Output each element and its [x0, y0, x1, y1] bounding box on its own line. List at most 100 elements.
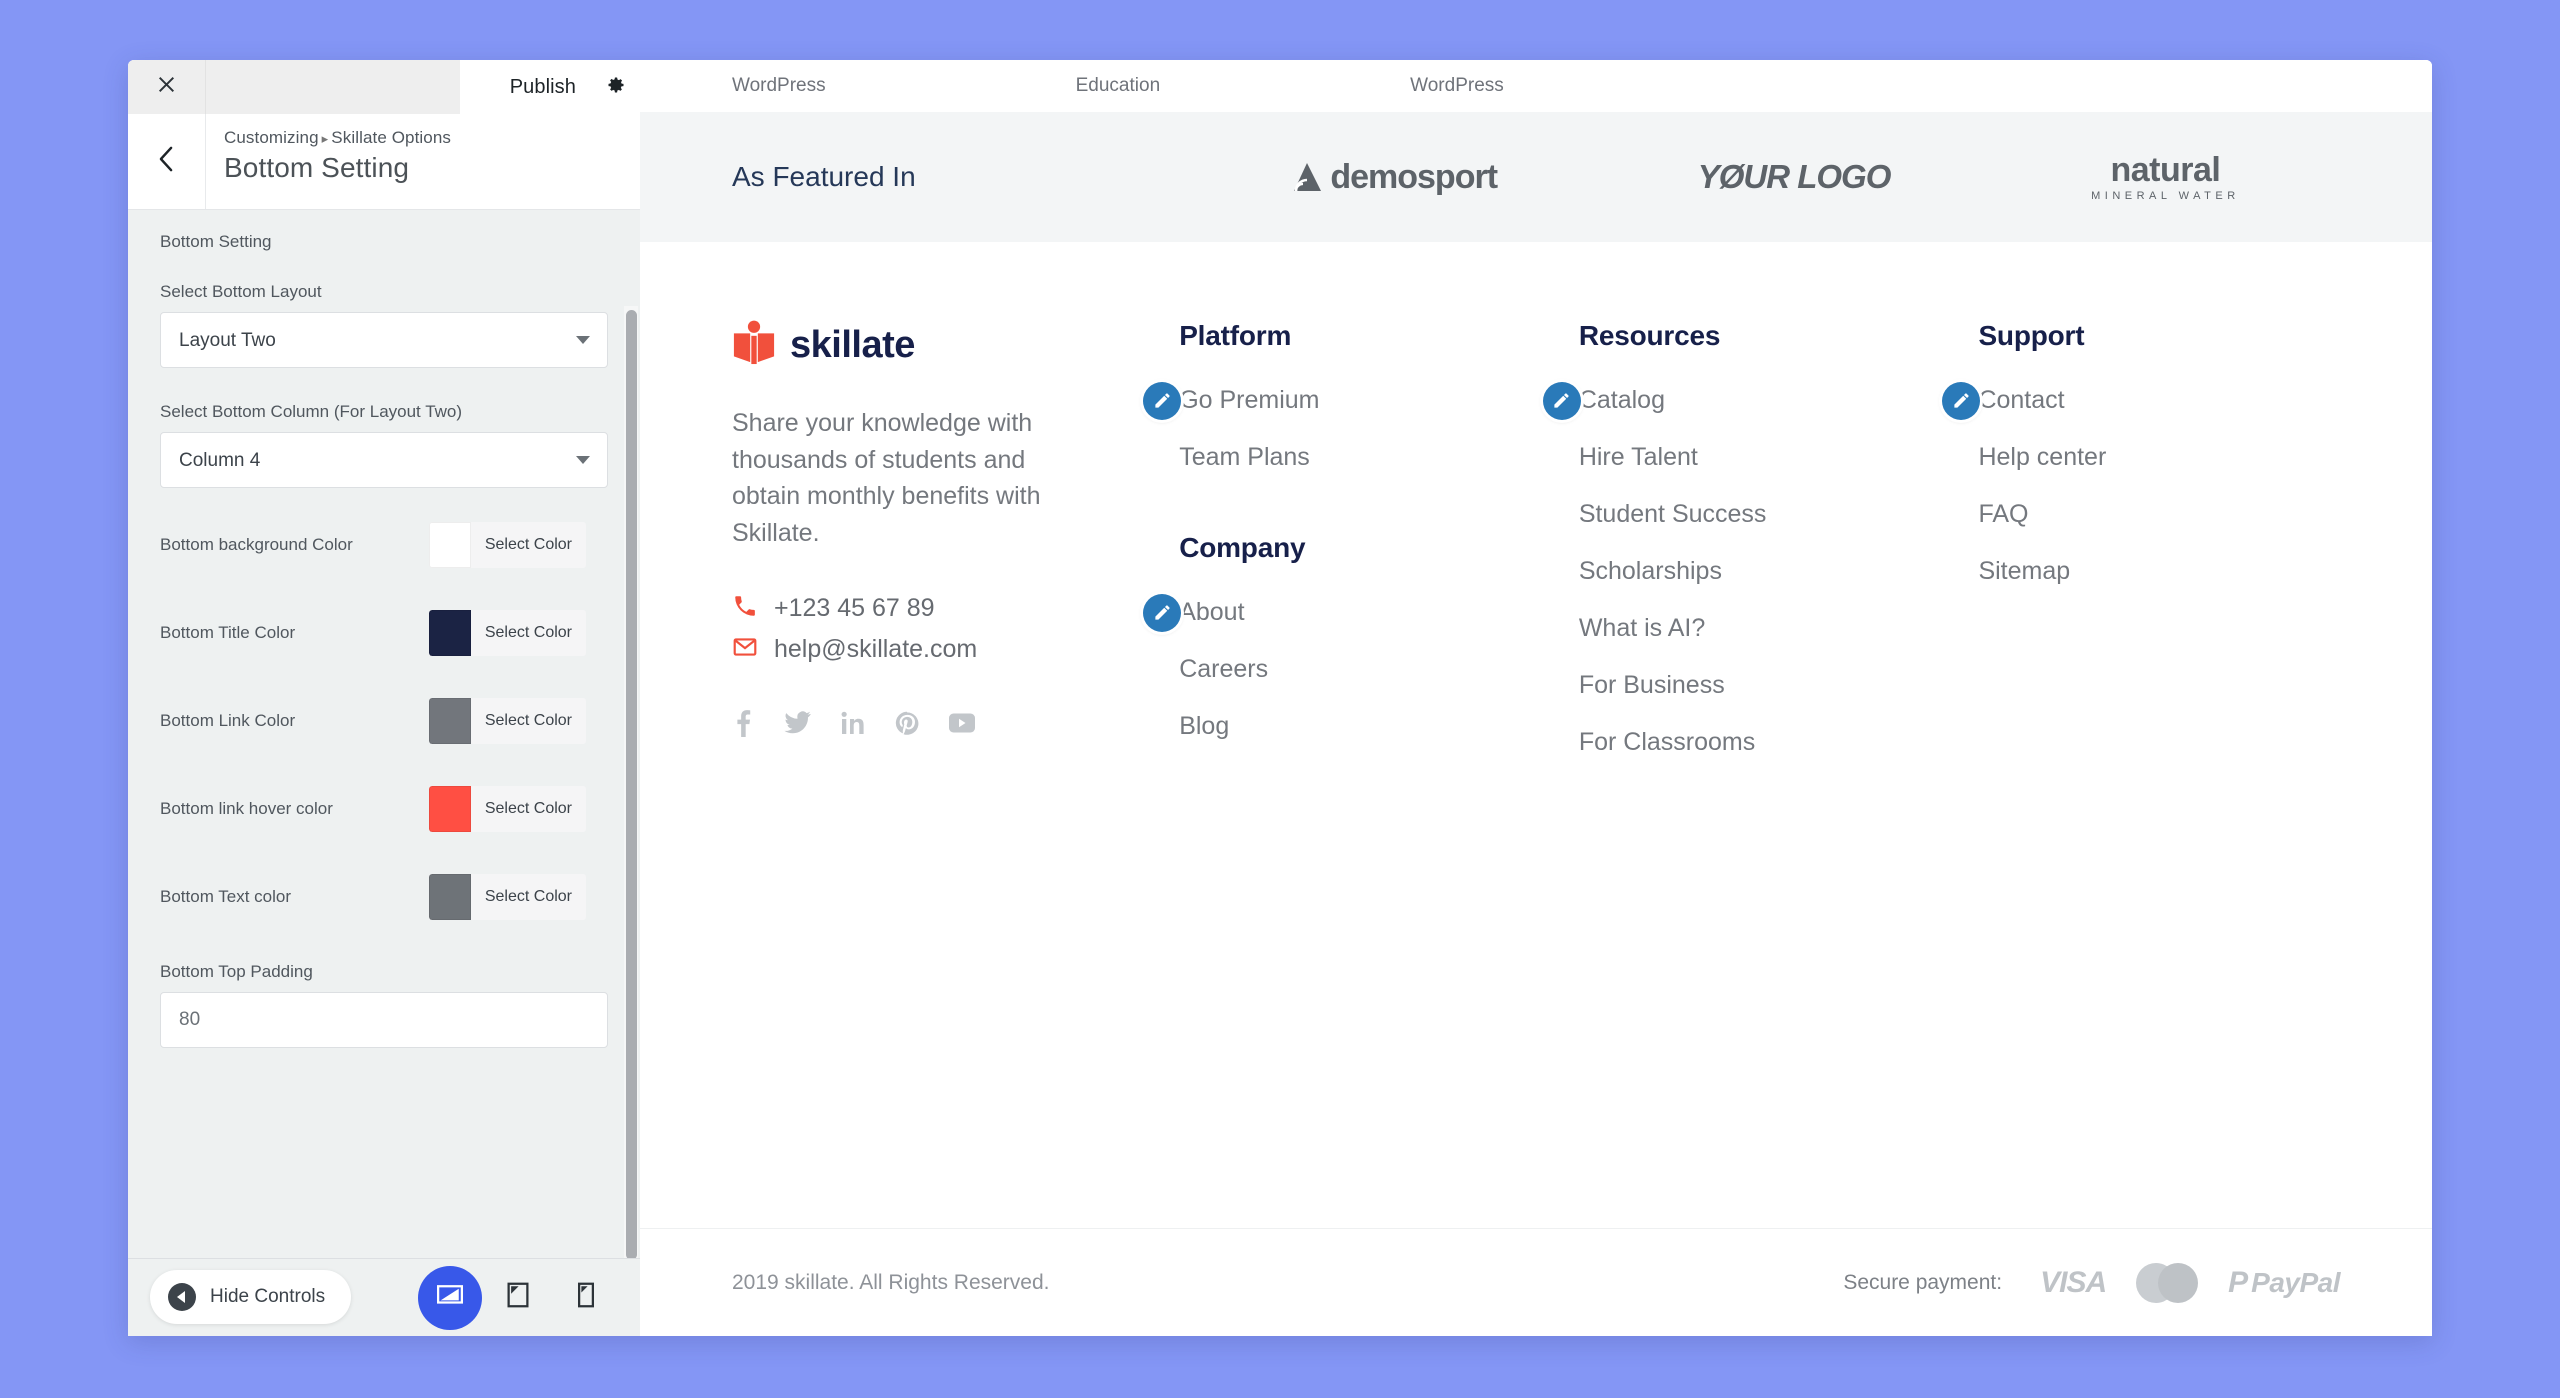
email-line: help@skillate.com: [732, 634, 1179, 665]
footer-link[interactable]: Careers: [1179, 655, 1579, 684]
breadcrumb-separator: ▸: [321, 131, 329, 146]
color-control-row: Bottom background Color Select Color: [160, 522, 608, 568]
footer-link-label: Student Success: [1578, 500, 1767, 528]
footer-link[interactable]: About: [1143, 593, 1579, 632]
footer-links: Contact Help center FAQ Sitemap: [1942, 381, 2340, 586]
edit-shortcut-icon[interactable]: [1143, 593, 1182, 632]
footer-link[interactable]: Student Success: [1579, 500, 1979, 529]
publish-group: Publish: [460, 60, 640, 114]
footer-link[interactable]: Hire Talent: [1579, 443, 1979, 472]
select-color-button[interactable]: Select Color: [428, 874, 586, 920]
color-swatch[interactable]: [428, 698, 471, 744]
footer-link[interactable]: Help center: [1978, 443, 2340, 472]
copyright-text: 2019 skillate. All Rights Reserved.: [732, 1270, 1050, 1294]
column-select-wrap: Column 1Column 2Column 3Column 4: [160, 432, 608, 488]
bottom-top-padding-input[interactable]: [160, 992, 608, 1048]
layout-select-label: Select Bottom Layout: [160, 282, 322, 301]
bottom-column-select[interactable]: Column 1Column 2Column 3Column 4: [160, 432, 608, 488]
customizer-topbar: Publish: [128, 60, 640, 114]
demosport-wordmark: demosport: [1330, 157, 1498, 196]
edit-shortcut-icon[interactable]: [1942, 381, 1981, 420]
close-icon: [156, 74, 177, 100]
customizer-sidebar: Publish Customizing ▸ Skillate Options Bot…: [128, 60, 640, 1336]
nav-item[interactable]: WordPress: [1410, 75, 1504, 97]
footer-link-label: Blog: [1179, 712, 1230, 740]
hide-controls-label: Hide Controls: [210, 1286, 326, 1307]
column-select-label: Select Bottom Column (For Layout Two): [160, 402, 463, 421]
linkedin-icon[interactable]: [841, 711, 865, 740]
paypal-icon: P PayPal: [2228, 1266, 2340, 1300]
color-swatch[interactable]: [428, 522, 471, 568]
nav-item[interactable]: WordPress: [732, 75, 826, 97]
footer-link[interactable]: Go Premium: [1143, 381, 1579, 420]
footer-link-label: Help center: [1978, 443, 2107, 471]
demosport-triangle-icon: [1292, 160, 1326, 194]
footer-column-support: Support Contact Help center FAQ Sitemap: [1942, 320, 2340, 1062]
bottom-layout-select[interactable]: Layout OneLayout Two: [160, 312, 608, 368]
footer-link[interactable]: Team Plans: [1179, 443, 1579, 472]
select-color-button[interactable]: Select Color: [428, 610, 586, 656]
publish-button[interactable]: Publish: [510, 76, 592, 99]
select-color-button[interactable]: Select Color: [428, 786, 586, 832]
select-color-button[interactable]: Select Color: [428, 522, 586, 568]
back-button[interactable]: [128, 114, 206, 209]
sidebar-scrollbar-thumb[interactable]: [626, 310, 637, 1260]
nav-item[interactable]: Education: [1076, 75, 1161, 97]
pinterest-icon[interactable]: [895, 711, 919, 740]
mobile-icon: [571, 1280, 601, 1315]
footer-link[interactable]: Scholarships: [1579, 557, 1979, 586]
breadcrumb-parent[interactable]: Skillate Options: [331, 128, 451, 147]
edit-shortcut-icon[interactable]: [1143, 381, 1182, 420]
edit-shortcut-icon[interactable]: [1542, 381, 1581, 420]
device-mobile-button[interactable]: [554, 1266, 618, 1330]
site-preview: WordPress Education WordPress As Feature…: [640, 60, 2432, 1336]
footer-links: Go Premium Team Plans: [1143, 381, 1579, 472]
footer-link-label: Sitemap: [1978, 557, 2071, 585]
footer-heading: Support: [1978, 320, 2085, 351]
device-tablet-button[interactable]: [486, 1266, 550, 1330]
close-customizer-button[interactable]: [128, 60, 206, 114]
select-color-label: Select Color: [484, 800, 572, 817]
preview-nav: WordPress Education WordPress: [640, 60, 2432, 112]
footer-link[interactable]: Catalog: [1542, 381, 1979, 420]
color-swatch[interactable]: [428, 786, 471, 832]
secure-payment-label: Secure payment:: [1843, 1270, 2003, 1294]
footer-link[interactable]: For Classrooms: [1579, 728, 1979, 757]
footer-brand-column: skillate Share your knowledge with thous…: [732, 320, 1179, 1062]
collapse-icon: [168, 1283, 196, 1311]
color-control-row: Bottom Link Color Select Color: [160, 698, 608, 744]
footer-link-label: Contact: [1978, 386, 2065, 414]
twitter-icon[interactable]: [784, 711, 811, 740]
payment-methods: Secure payment: VISA P PayPal: [1843, 1262, 2340, 1303]
hide-controls-button[interactable]: Hide Controls: [150, 1270, 352, 1324]
select-color-label: Select Color: [484, 624, 572, 641]
phone-number[interactable]: +123 45 67 89: [774, 594, 935, 623]
brand-name: skillate: [790, 324, 915, 366]
footer-link[interactable]: What is AI?: [1579, 614, 1979, 643]
youtube-icon[interactable]: [949, 713, 975, 738]
footer-link-label: About: [1179, 598, 1245, 626]
facebook-icon[interactable]: [732, 709, 754, 742]
footer-link[interactable]: Sitemap: [1978, 557, 2340, 586]
footer-link[interactable]: FAQ: [1978, 500, 2340, 529]
site-footer: skillate Share your knowledge with thous…: [640, 242, 2432, 1062]
customizer-settings-button[interactable]: [592, 60, 640, 114]
color-swatch[interactable]: [428, 874, 471, 920]
device-desktop-button[interactable]: [418, 1265, 482, 1330]
select-color-label: Select Color: [484, 712, 572, 729]
tablet-icon: [503, 1280, 533, 1315]
footer-heading: Company: [1179, 532, 1306, 563]
footer-link[interactable]: Contact: [1942, 381, 2340, 420]
breadcrumb: Customizing ▸ Skillate Options: [224, 128, 451, 148]
footer-column-resources: Resources Catalog Hire Talent Student Succ…: [1542, 320, 1979, 1062]
select-color-button[interactable]: Select Color: [428, 698, 586, 744]
featured-logos: demosport YØUR LOGO natural MINERAL WATE…: [1192, 153, 2340, 202]
natural-logo: natural MINERAL WATER: [2091, 153, 2240, 202]
email-address[interactable]: help@skillate.com: [774, 635, 977, 664]
footer-link[interactable]: For Business: [1579, 671, 1979, 700]
color-swatch[interactable]: [428, 610, 471, 656]
footer-link[interactable]: Blog: [1179, 712, 1579, 741]
breadcrumb-root[interactable]: Customizing: [224, 128, 319, 147]
brand-logo: skillate: [732, 320, 1179, 371]
